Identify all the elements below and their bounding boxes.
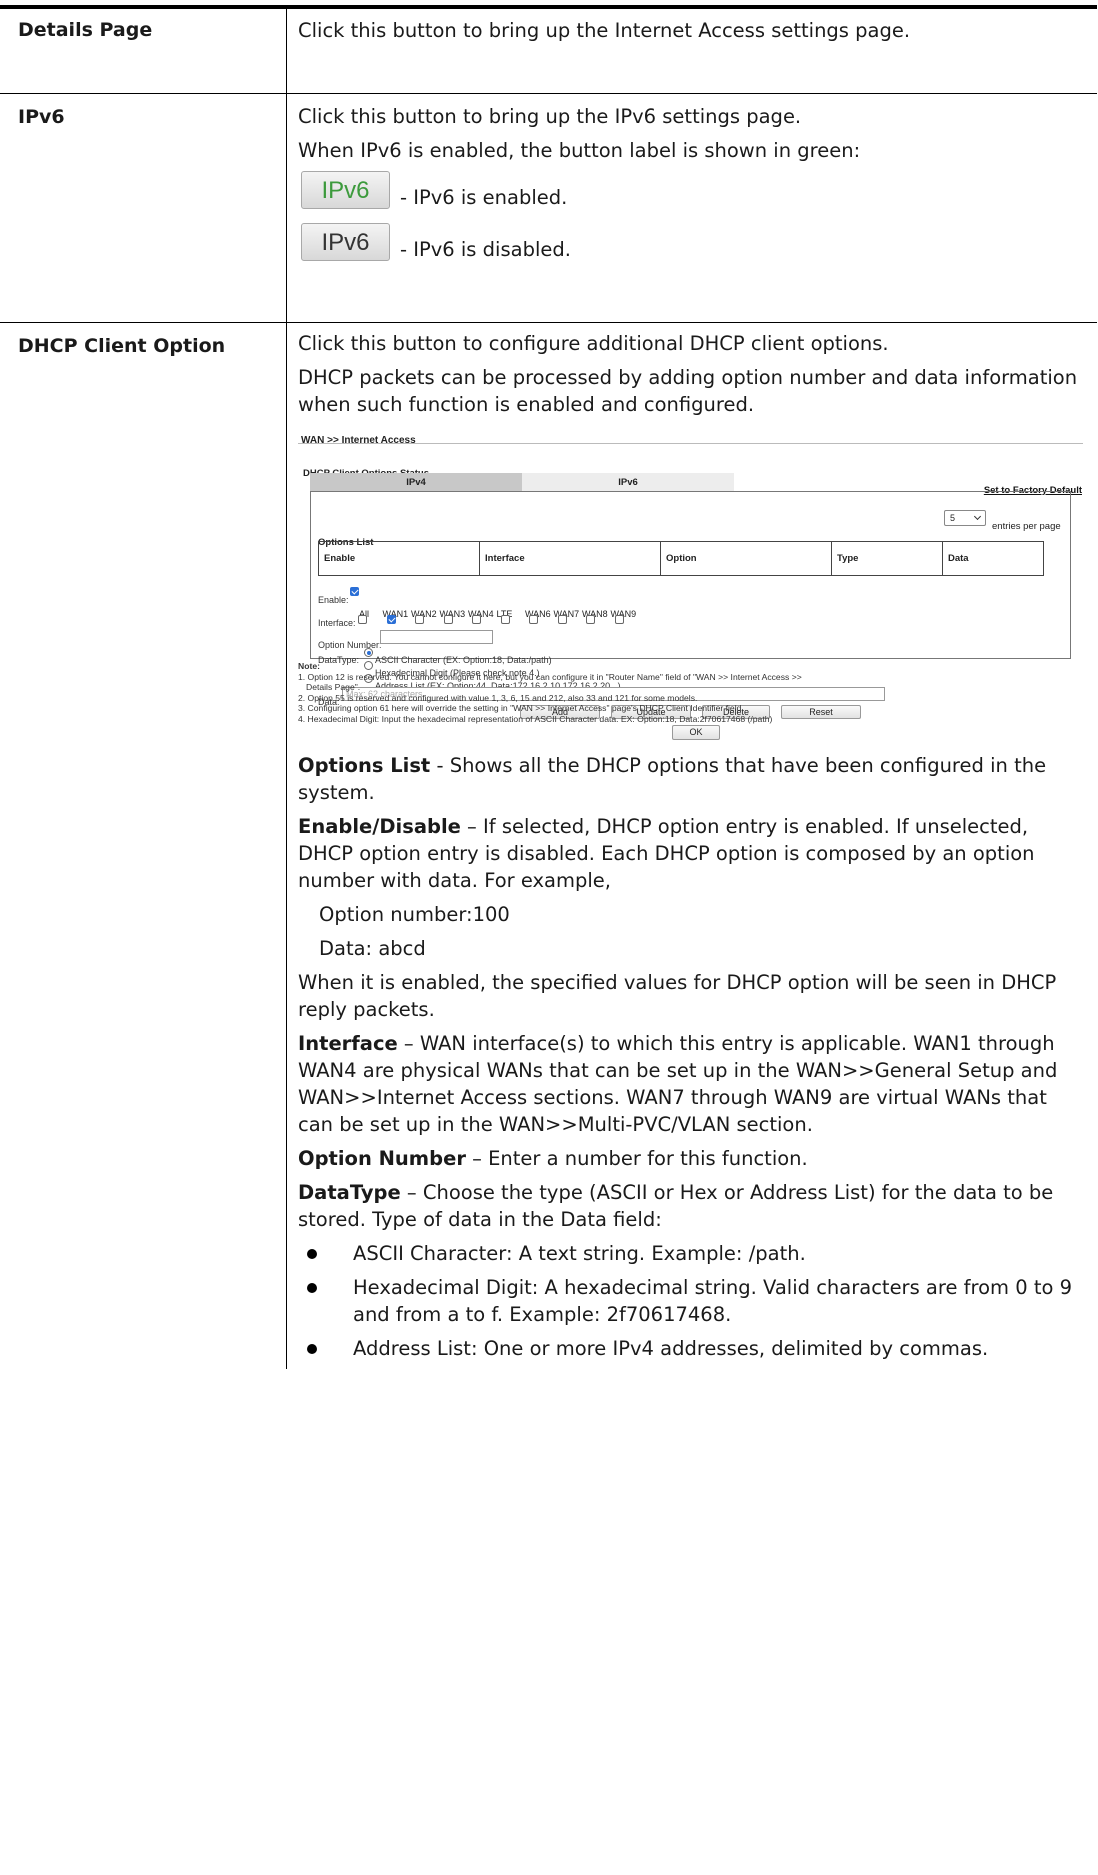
list-item: Address List: One or more IPv4 addresses… bbox=[298, 1335, 1083, 1362]
term-emphasis: Interface bbox=[298, 1032, 398, 1055]
column-header-enable: Enable bbox=[318, 541, 480, 576]
enable-description: Enable/Disable – If selected, DHCP optio… bbox=[298, 813, 1083, 894]
term-label: IPv6 bbox=[18, 106, 65, 128]
note-line: Details Page". bbox=[306, 682, 361, 693]
interface-checkbox-wan1[interactable] bbox=[386, 615, 396, 624]
term-cell: Details Page bbox=[0, 5, 287, 94]
column-header-interface: Interface bbox=[479, 541, 661, 576]
interface-description: Interface – WAN interface(s) to which th… bbox=[298, 1030, 1083, 1138]
tab-ipv6[interactable]: IPv6 bbox=[522, 473, 734, 491]
interface-checkbox-wan3[interactable] bbox=[443, 615, 453, 624]
term-cell: IPv6 bbox=[0, 93, 287, 323]
notes-block: Note: 1. Option 12 is reserved. You canno… bbox=[298, 661, 1083, 725]
entries-per-page-label: entries per page bbox=[992, 521, 1061, 532]
ipv6-enabled-example: IPv6 - IPv6 is enabled. bbox=[301, 171, 1083, 209]
ipv6-disabled-caption: - IPv6 is disabled. bbox=[400, 238, 571, 261]
description-text: DHCP packets can be processed by adding … bbox=[298, 366, 1078, 416]
description-text: Click this button to bring up the Intern… bbox=[298, 19, 911, 42]
description-text: Click this button to configure additiona… bbox=[298, 332, 889, 355]
entries-per-page-select[interactable]: 5 bbox=[944, 510, 986, 526]
ipv6-disabled-example: IPv6 - IPv6 is disabled. bbox=[301, 223, 1083, 261]
option-number-description: Option Number – Enter a number for this … bbox=[298, 1145, 1083, 1172]
options-list-description: Options List - Shows all the DHCP option… bbox=[298, 752, 1083, 806]
datatype-ascii-radio[interactable] bbox=[364, 648, 373, 657]
term-label: DHCP Client Option bbox=[18, 335, 226, 357]
header-divider bbox=[298, 443, 1083, 444]
column-header-type: Type bbox=[831, 541, 943, 576]
description-text: – WAN interface(s) to which this entry i… bbox=[298, 1032, 1058, 1136]
interface-name-wan3: WAN3 bbox=[439, 609, 466, 619]
interface-checkbox-lte[interactable] bbox=[500, 615, 510, 624]
description-cell: Click this button to bring up the Intern… bbox=[286, 5, 1097, 94]
tab-ipv4[interactable]: IPv4 bbox=[310, 473, 522, 491]
description-text: When IPv6 is enabled, the button label i… bbox=[298, 139, 861, 162]
term-emphasis: DataType bbox=[298, 1181, 401, 1204]
description-cell: Click this button to bring up the IPv6 s… bbox=[286, 93, 1097, 323]
interface-checkbox-wan6[interactable] bbox=[529, 615, 538, 624]
interface-name-wan1: WAN1 bbox=[382, 609, 409, 619]
example-line: Option number:100 bbox=[319, 903, 510, 926]
table-row: Details Page Click this button to bring … bbox=[0, 5, 1097, 94]
term-cell: DHCP Client Option bbox=[0, 322, 287, 1369]
interface-checkbox-all[interactable] bbox=[358, 615, 367, 624]
datatype-list: ASCII Character: A text string. Example:… bbox=[298, 1240, 1083, 1362]
table-row: IPv6 Click this button to bring up the I… bbox=[0, 93, 1097, 323]
enabled-description: When it is enabled, the specified values… bbox=[298, 971, 1057, 1021]
interface-checkbox-wan7[interactable] bbox=[557, 615, 567, 624]
interface-checkbox-wan2[interactable] bbox=[415, 615, 424, 624]
interface-name-wan9: WAN9 bbox=[610, 609, 637, 619]
term-emphasis: Enable/Disable bbox=[298, 815, 461, 838]
note-line: 4. Hexadecimal Digit: Input the hexadeci… bbox=[298, 713, 773, 724]
ipv6-enabled-caption: - IPv6 is enabled. bbox=[400, 186, 568, 209]
enable-checkbox[interactable] bbox=[350, 587, 359, 596]
term-label: Details Page bbox=[18, 19, 153, 41]
column-header-data: Data bbox=[942, 541, 1044, 576]
datatype-description: DataType – Choose the type (ASCII or Hex… bbox=[298, 1179, 1083, 1233]
note-title: Note: bbox=[298, 661, 320, 671]
note-line: 1. Option 12 is reserved. You cannot con… bbox=[298, 671, 802, 682]
description-text: – Choose the type (ASCII or Hex or Addre… bbox=[298, 1181, 1054, 1231]
entries-value: 5 bbox=[950, 513, 956, 523]
parameter-table: Details Page Click this button to bring … bbox=[0, 5, 1097, 1369]
description-text: Click this button to bring up the IPv6 s… bbox=[298, 105, 802, 128]
note-line: 3. Configuring option 61 here will overr… bbox=[298, 703, 744, 714]
description-cell: Click this button to configure additiona… bbox=[286, 322, 1097, 1369]
ok-button[interactable]: OK bbox=[672, 725, 720, 740]
list-item: ASCII Character: A text string. Example:… bbox=[298, 1240, 1083, 1267]
table-header-row: Enable Interface Option Type Data bbox=[318, 541, 1044, 576]
option-number-input[interactable] bbox=[380, 630, 493, 644]
table-row: DHCP Client Option Click this button to … bbox=[0, 322, 1097, 1369]
ipv6-disabled-button[interactable]: IPv6 bbox=[301, 223, 390, 261]
options-list-table: Enable Interface Option Type Data bbox=[318, 541, 1044, 576]
column-header-option: Option bbox=[660, 541, 832, 576]
description-text: – Enter a number for this function. bbox=[465, 1147, 808, 1170]
term-emphasis: Option Number bbox=[298, 1147, 466, 1170]
list-item: Hexadecimal Digit: A hexadecimal string.… bbox=[298, 1274, 1083, 1328]
term-emphasis: Options List bbox=[298, 754, 431, 777]
example-line: Data: abcd bbox=[319, 937, 426, 960]
dhcp-client-options-screenshot: WAN >> Internet Access DHCP Client Optio… bbox=[298, 425, 1083, 743]
chevron-down-icon bbox=[973, 512, 982, 521]
interface-checkbox-wan9[interactable] bbox=[614, 615, 624, 624]
interface-checkbox-wan4[interactable] bbox=[472, 615, 481, 624]
interface-checkbox-wan8[interactable] bbox=[586, 615, 595, 624]
note-line: 2. Option 55 is reserved and configured … bbox=[298, 692, 698, 703]
screenshot-header: WAN >> Internet Access bbox=[301, 435, 416, 446]
ipv6-enabled-button[interactable]: IPv6 bbox=[301, 171, 390, 209]
interface-name-wan7: WAN7 bbox=[553, 609, 580, 619]
